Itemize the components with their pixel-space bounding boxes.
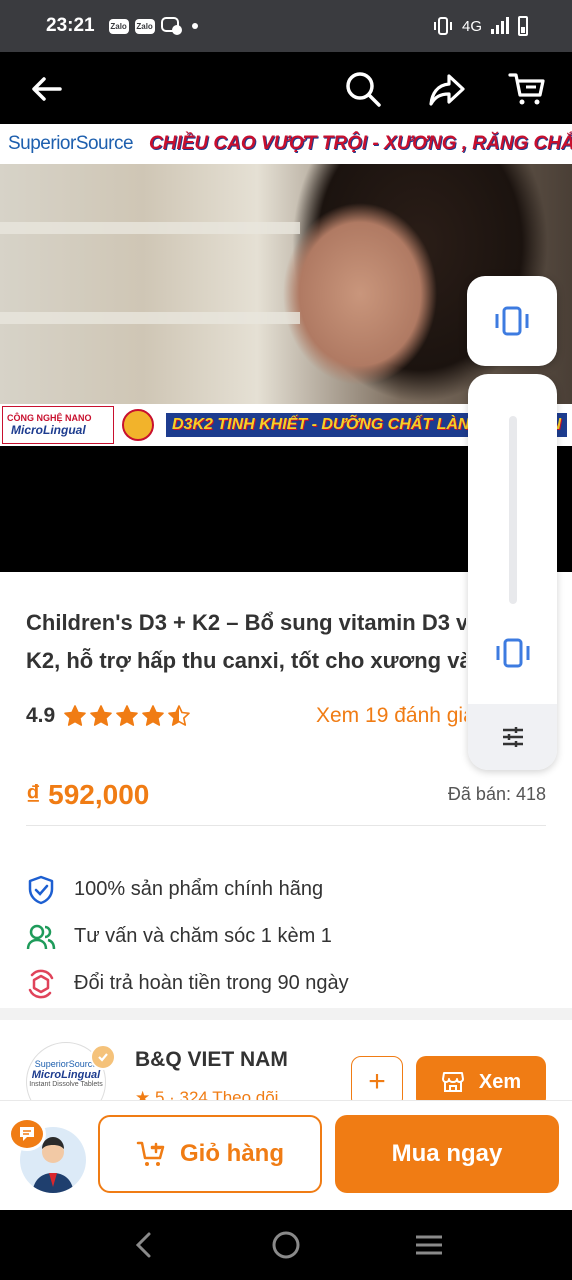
star-icon	[142, 705, 165, 726]
star-icon	[90, 705, 113, 726]
usa-seal-icon	[122, 409, 154, 441]
cart-icon[interactable]	[508, 70, 546, 108]
search-icon[interactable]	[344, 70, 382, 108]
share-icon[interactable]	[428, 70, 466, 108]
vibrate-icon	[433, 17, 452, 35]
follow-button[interactable]: +	[351, 1056, 403, 1100]
shop-icon	[441, 1072, 464, 1092]
vibrate-icon	[495, 306, 529, 336]
video-top-banner: SuperiorSource CHIỀU CAO VƯỢT TRỘI - XƯƠ…	[0, 124, 572, 164]
view-shop-button[interactable]: Xem	[416, 1056, 546, 1100]
add-to-cart-label: Giỏ hàng	[180, 1140, 284, 1167]
benefit-item: Tư vấn và chăm sóc 1 kèm 1	[26, 913, 546, 960]
notification-dot	[191, 23, 198, 29]
sliders-icon	[502, 727, 523, 747]
benefit-item: Đổi trả hoàn tiền trong 90 ngày	[26, 960, 546, 1007]
seller-name[interactable]: B&Q VIET NAM	[135, 1048, 288, 1072]
shield-check-icon	[28, 875, 54, 904]
nano-brand: MicroLingual	[11, 423, 86, 437]
video-slogan-top: CHIỀU CAO VƯỢT TRỘI - XƯƠNG , RĂNG CHẮC …	[149, 133, 572, 154]
volume-panel	[468, 374, 557, 770]
chat-button[interactable]	[8, 1117, 46, 1151]
benefit-text: Đổi trả hoàn tiền trong 90 ngày	[74, 972, 349, 994]
reviews-link[interactable]: Xem 19 đánh giá	[316, 704, 466, 728]
brand-logo: SuperiorSource	[8, 133, 134, 154]
buy-now-label: Mua ngay	[391, 1140, 503, 1167]
benefit-item: 100% sản phẩm chính hãng	[26, 866, 546, 913]
view-shop-label: Xem	[478, 1070, 522, 1093]
system-nav-bar	[0, 1210, 572, 1280]
add-to-cart-button[interactable]: Giỏ hàng	[98, 1115, 322, 1193]
rating-score: 4.9	[26, 704, 56, 727]
volume-slider[interactable]	[509, 416, 517, 604]
product-price: ₫ 592,000	[26, 778, 150, 810]
nano-badge: CÔNG NGHỆ NANO MicroLingual	[2, 406, 114, 444]
volume-settings-button[interactable]	[468, 704, 557, 770]
price-row: ₫ 592,000 Đã bán: 418	[26, 772, 546, 826]
system-back-icon[interactable]	[130, 1230, 160, 1260]
back-arrow-icon[interactable]	[28, 70, 66, 108]
shelf	[0, 222, 300, 234]
status-time: 23:21	[46, 15, 95, 36]
nano-label: CÔNG NGHỆ NANO	[7, 413, 92, 423]
return-box-icon	[28, 969, 54, 998]
users-icon	[26, 924, 56, 949]
top-nav	[0, 52, 572, 124]
sold-count: Đã bán: 418	[447, 784, 546, 804]
rating-stars	[63, 704, 191, 728]
seller-logo-line2: MicroLingual	[31, 1069, 101, 1081]
buy-now-button[interactable]: Mua ngay	[335, 1115, 559, 1193]
network-type: 4G	[461, 17, 482, 35]
benefits-list: 100% sản phẩm chính hãng Tư vấn và chăm …	[26, 866, 546, 1007]
star-icon	[116, 705, 139, 726]
status-bar: 23:21 Zalo Zalo 4G	[0, 0, 572, 52]
shelf	[0, 312, 300, 324]
star-icon	[64, 705, 87, 726]
product-title-line1: Children's D3 + K2 – Bổ sung vitamin D3 …	[26, 610, 466, 635]
verified-badge-icon	[90, 1044, 116, 1070]
rating-row: 4.9 Xem 19 đánh giá	[26, 704, 466, 728]
benefit-text: Tư vấn và chăm sóc 1 kèm 1	[74, 925, 332, 947]
product-title-line2: K2, hỗ trợ hấp thu canxi, tốt cho xương …	[26, 648, 466, 673]
seller-card: SuperiorSource MicroLingual Instant Diss…	[0, 1020, 572, 1100]
status-right: 4G	[432, 16, 528, 36]
benefit-text: 100% sản phẩm chính hãng	[74, 878, 324, 900]
add-cart-icon	[136, 1141, 165, 1166]
system-recents-icon[interactable]	[414, 1230, 444, 1260]
seller-meta: ★ 5 · 324 Theo dõi	[135, 1088, 279, 1100]
system-home-icon[interactable]	[271, 1230, 301, 1260]
section-divider	[0, 1008, 572, 1020]
chat-icon	[20, 1127, 34, 1141]
star-icon	[168, 705, 191, 726]
status-app-icons: Zalo Zalo	[108, 17, 198, 35]
zalo-icon: Zalo	[108, 18, 129, 34]
messenger-icon	[160, 17, 182, 35]
action-bar: Giỏ hàng Mua ngay	[0, 1100, 572, 1210]
ringer-mode-button[interactable]	[467, 276, 557, 366]
zalo-icon: Zalo	[134, 18, 155, 34]
battery-icon	[518, 16, 528, 36]
seller-logo-line3: Instant Dissolve Tablets	[29, 1081, 103, 1088]
vibrate-icon	[496, 638, 530, 668]
follow-label: +	[368, 1065, 386, 1098]
product-title: Children's D3 + K2 – Bổ sung vitamin D3 …	[26, 604, 466, 680]
signal-icon	[491, 17, 509, 34]
